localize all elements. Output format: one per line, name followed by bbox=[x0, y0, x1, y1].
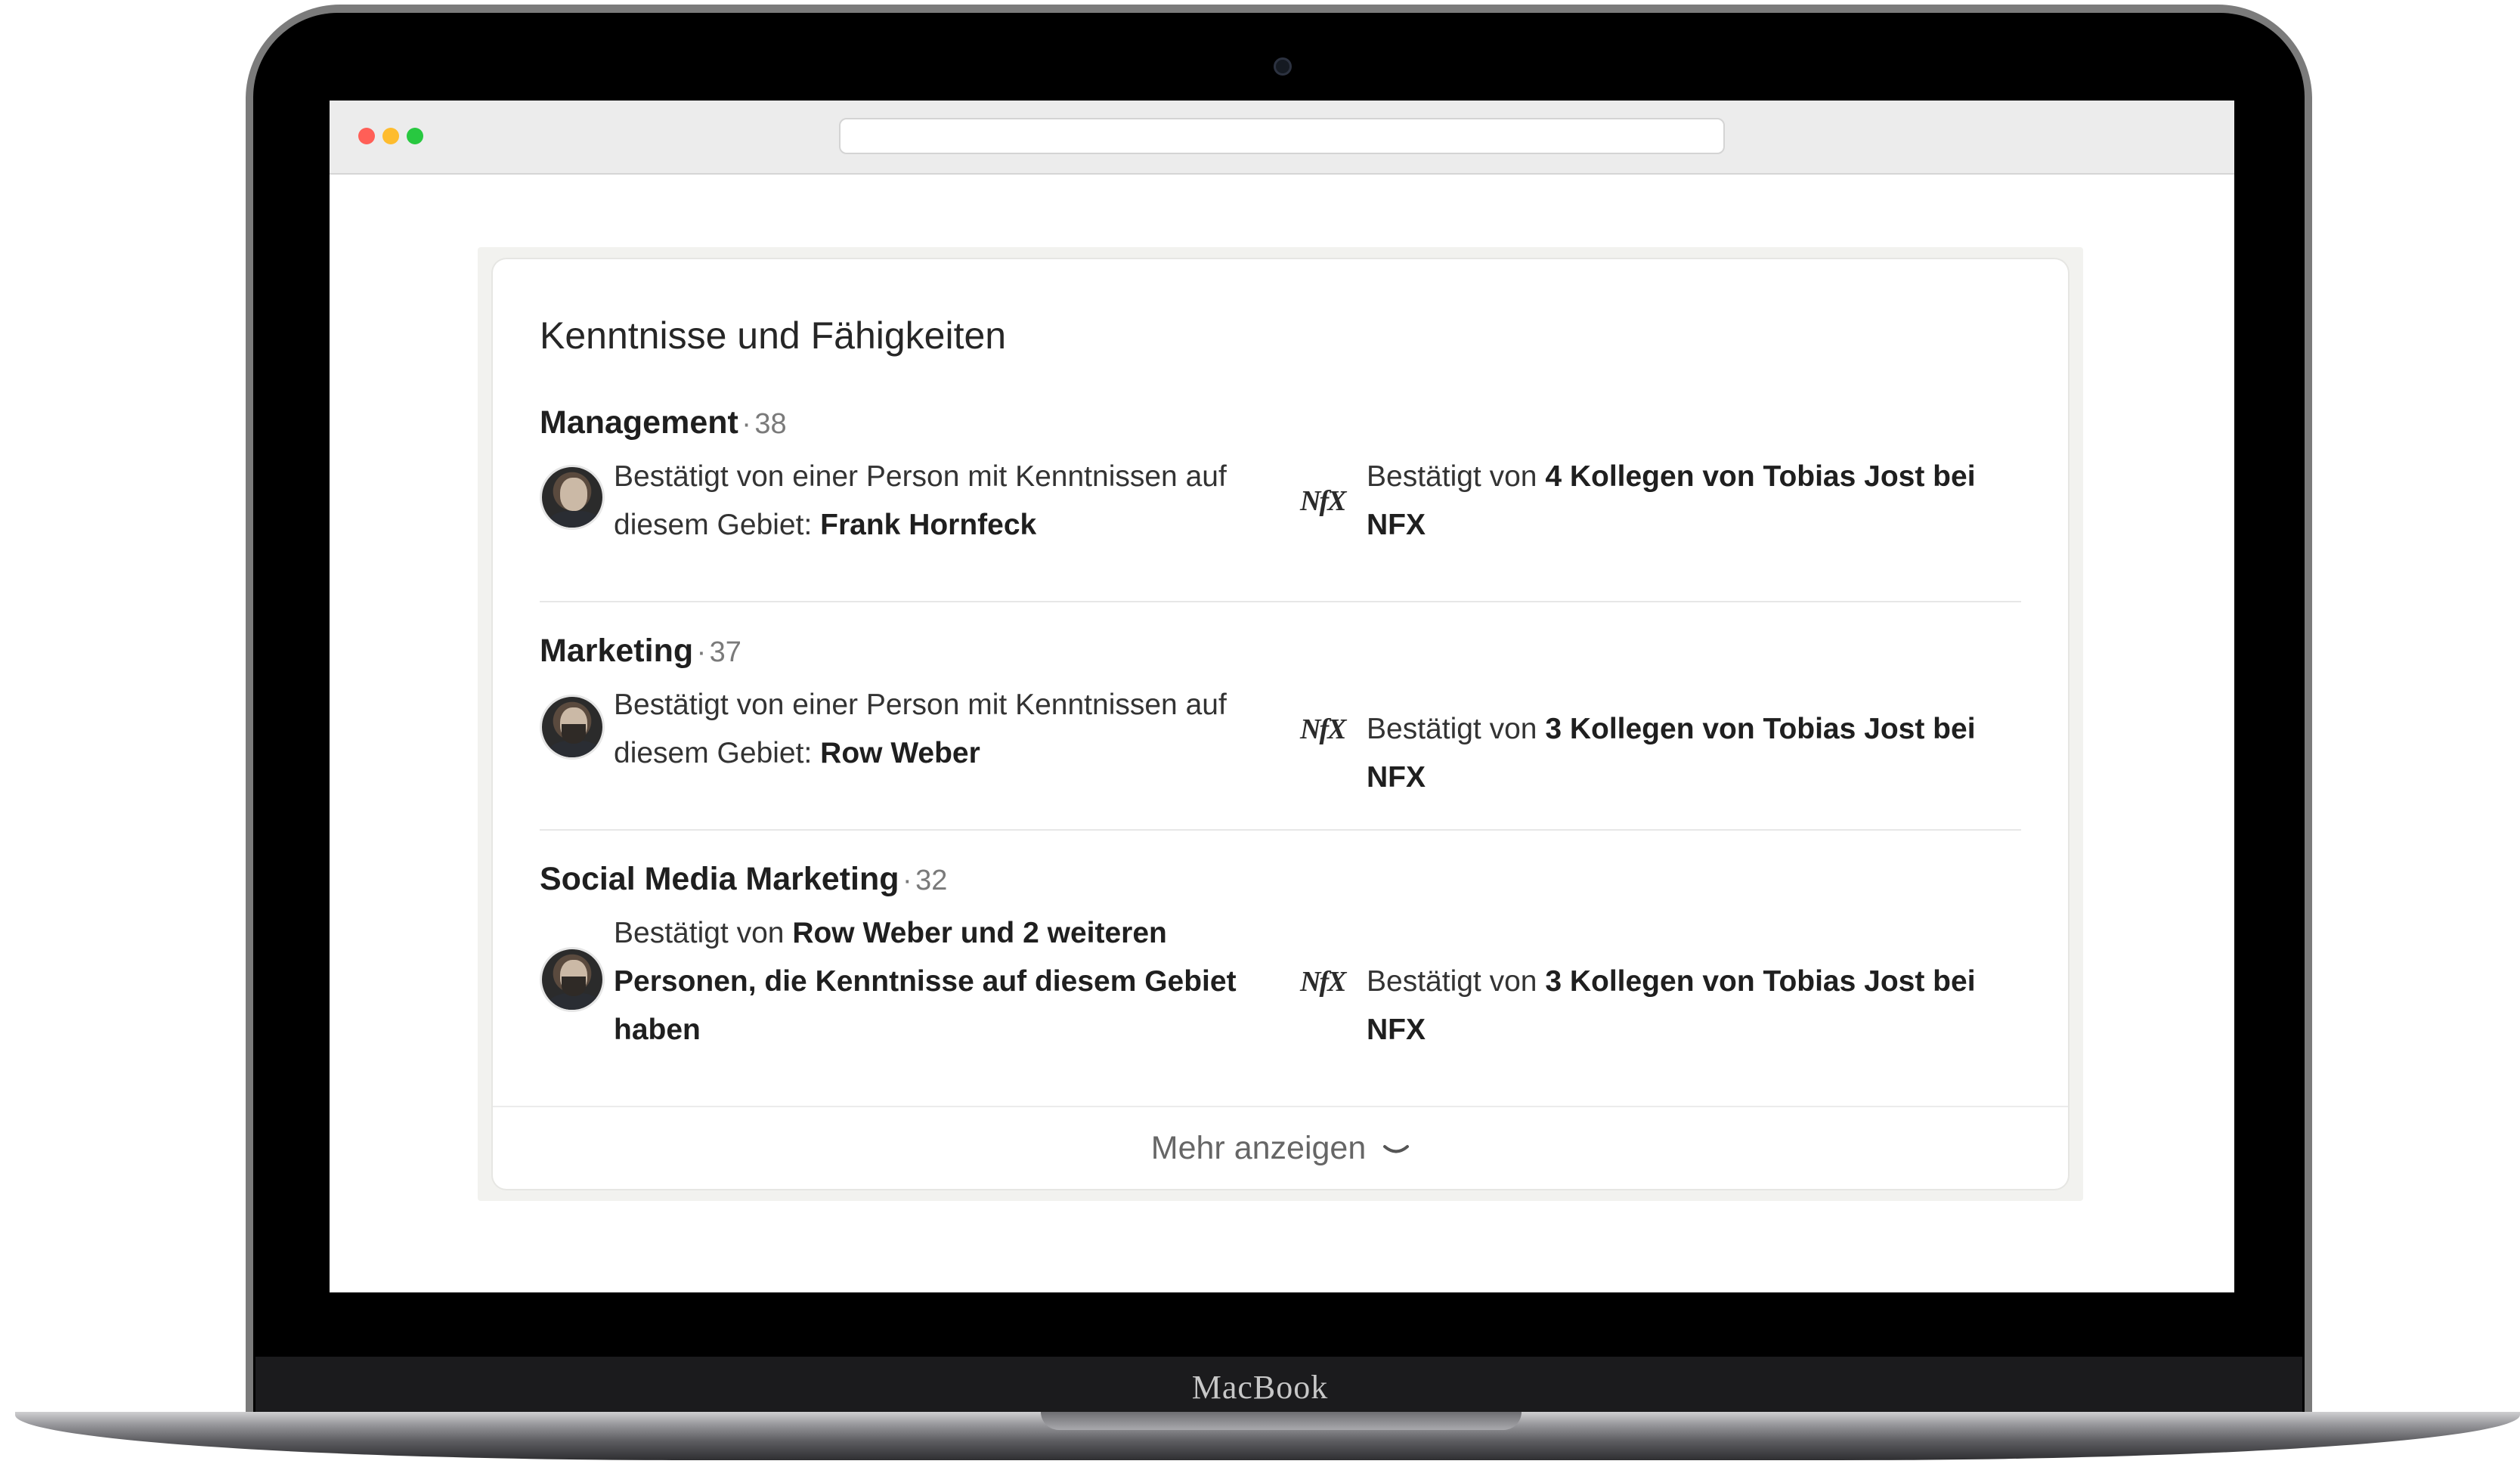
skill-header: Marketing · 37 bbox=[540, 628, 741, 673]
endorser-name[interactable]: Frank Hornfeck bbox=[820, 509, 1036, 541]
colleague-endorsement-text: Bestätigt von 3 Kollegen von Tobias Jost… bbox=[1367, 705, 2032, 802]
endorsement-count[interactable]: 32 bbox=[915, 865, 947, 896]
skill-separator: · bbox=[696, 636, 707, 668]
device-brand-label: MacBook bbox=[1191, 1369, 1329, 1406]
colleague-prefix: Bestätigt von bbox=[1367, 460, 1537, 493]
skill-separator: · bbox=[902, 865, 912, 896]
skills-card: Kenntnisse und Fähigkeiten Management · … bbox=[493, 259, 2068, 1189]
page-content: Kenntnisse und Fähigkeiten Management · … bbox=[330, 175, 2234, 1292]
window-close-button[interactable] bbox=[358, 128, 375, 144]
nfx-logo-icon: NfX bbox=[1300, 485, 1346, 517]
screen: Kenntnisse und Fähigkeiten Management · … bbox=[330, 101, 2234, 1292]
show-more-button[interactable]: Mehr anzeigen bbox=[1151, 1127, 1410, 1169]
address-bar[interactable] bbox=[839, 118, 1725, 154]
avatar-body bbox=[548, 511, 601, 528]
colleague-prefix: Bestätigt von bbox=[1367, 713, 1537, 745]
window-minimize-button[interactable] bbox=[382, 128, 399, 144]
colleague-endorsement-text: Bestätigt von 4 Kollegen von Tobias Jost… bbox=[1367, 453, 2032, 549]
browser-toolbar bbox=[330, 101, 2234, 175]
avatar[interactable] bbox=[540, 465, 605, 530]
skill-name[interactable]: Marketing bbox=[540, 633, 693, 669]
laptop-notch bbox=[1041, 1412, 1522, 1430]
skill-header: Management · 38 bbox=[540, 400, 787, 445]
avatar-face bbox=[560, 478, 587, 511]
skill-name[interactable]: Social Media Marketing bbox=[540, 861, 899, 897]
endorsement-prefix: Bestätigt von bbox=[614, 917, 785, 949]
endorser-name[interactable]: Row Weber bbox=[820, 737, 980, 769]
avatar[interactable] bbox=[540, 695, 605, 760]
avatar-beard bbox=[562, 977, 586, 996]
section-title: Kenntnisse und Fähigkeiten bbox=[540, 314, 1007, 357]
endorsement-text: Bestätigt von einer Person mit Kenntniss… bbox=[614, 681, 1264, 778]
divider bbox=[540, 601, 2021, 602]
endorsement-count[interactable]: 37 bbox=[710, 636, 741, 668]
skills-frame: Kenntnisse und Fähigkeiten Management · … bbox=[478, 247, 2083, 1201]
show-more-bar: Mehr anzeigen bbox=[493, 1106, 2068, 1189]
avatar[interactable] bbox=[540, 947, 605, 1012]
window-zoom-button[interactable] bbox=[407, 128, 423, 144]
camera-icon bbox=[1274, 57, 1292, 76]
nfx-logo-icon: NfX bbox=[1300, 966, 1346, 998]
chevron-down-icon bbox=[1383, 1144, 1410, 1153]
endorsement-count[interactable]: 38 bbox=[754, 408, 786, 440]
skill-header: Social Media Marketing · 32 bbox=[540, 856, 947, 902]
endorsement-text: Bestätigt von einer Person mit Kenntniss… bbox=[614, 453, 1264, 549]
show-more-label: Mehr anzeigen bbox=[1150, 1130, 1367, 1166]
skill-name[interactable]: Management bbox=[540, 404, 738, 441]
nfx-logo-icon: NfX bbox=[1300, 713, 1346, 745]
avatar-beard bbox=[562, 724, 586, 744]
colleague-endorsement-text: Bestätigt von 3 Kollegen von Tobias Jost… bbox=[1367, 958, 2032, 1054]
colleague-prefix: Bestätigt von bbox=[1367, 965, 1537, 998]
skill-separator: · bbox=[741, 408, 751, 440]
endorsement-text: Bestätigt von Row Weber und 2 weiteren P… bbox=[614, 909, 1264, 1054]
divider bbox=[540, 829, 2021, 831]
